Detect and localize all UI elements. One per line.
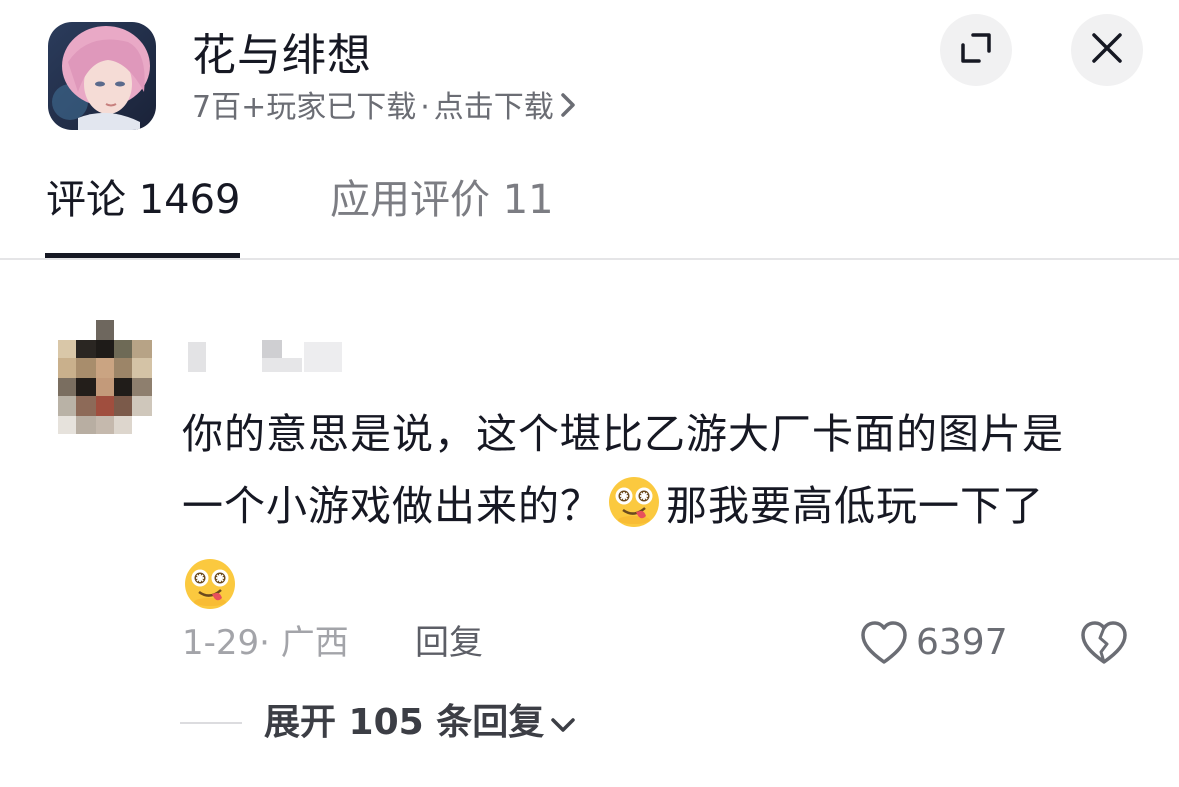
app-title: 花与绯想 [192,30,372,81]
comment-body: 你的意思是说，这个堪比乙游大厂卡面的图片是 一个小游戏做出来的？ 那我要高低玩一… [182,398,1122,634]
expand-button[interactable] [940,14,1012,86]
chevron-right-icon [560,89,576,129]
reply-button[interactable]: 回复 [415,620,483,666]
avatar[interactable] [58,320,152,434]
download-count: 7百+玩家已下载 [192,90,417,125]
like-count: 6397 [916,622,1008,663]
expand-replies-line [180,722,242,724]
app-icon[interactable] [48,22,156,130]
drooling-face-emoji [606,474,662,552]
tab-app-reviews[interactable]: 应用评价 11 [330,172,554,228]
heart-outline-icon[interactable] [860,620,908,670]
comment-text-line2b: 那我要高低玩一下了 [666,482,1044,530]
chevron-down-icon [550,701,576,747]
separator: · [420,90,430,125]
broken-heart-icon[interactable] [1080,620,1128,670]
tabs-divider [0,258,1179,260]
download-link[interactable]: 点击下载 [434,90,554,125]
expand-replies-button[interactable]: 展开 105 条回复 [264,700,576,747]
expand-replies-label: 展开 105 条回复 [264,702,545,743]
username-blurred[interactable] [186,338,346,374]
app-download-info[interactable]: 7百+玩家已下载 · 点击下载 [192,88,576,129]
comment-text-line2a: 一个小游戏做出来的？ [182,482,602,530]
expand-icon [959,31,993,69]
comment-text-line1: 你的意思是说，这个堪比乙游大厂卡面的图片是 [182,410,1064,458]
close-button[interactable] [1071,14,1143,86]
tab-comments[interactable]: 评论 1469 [46,172,241,228]
close-icon [1090,31,1124,69]
comment-date-location: 1-29· 广西 [182,623,349,663]
